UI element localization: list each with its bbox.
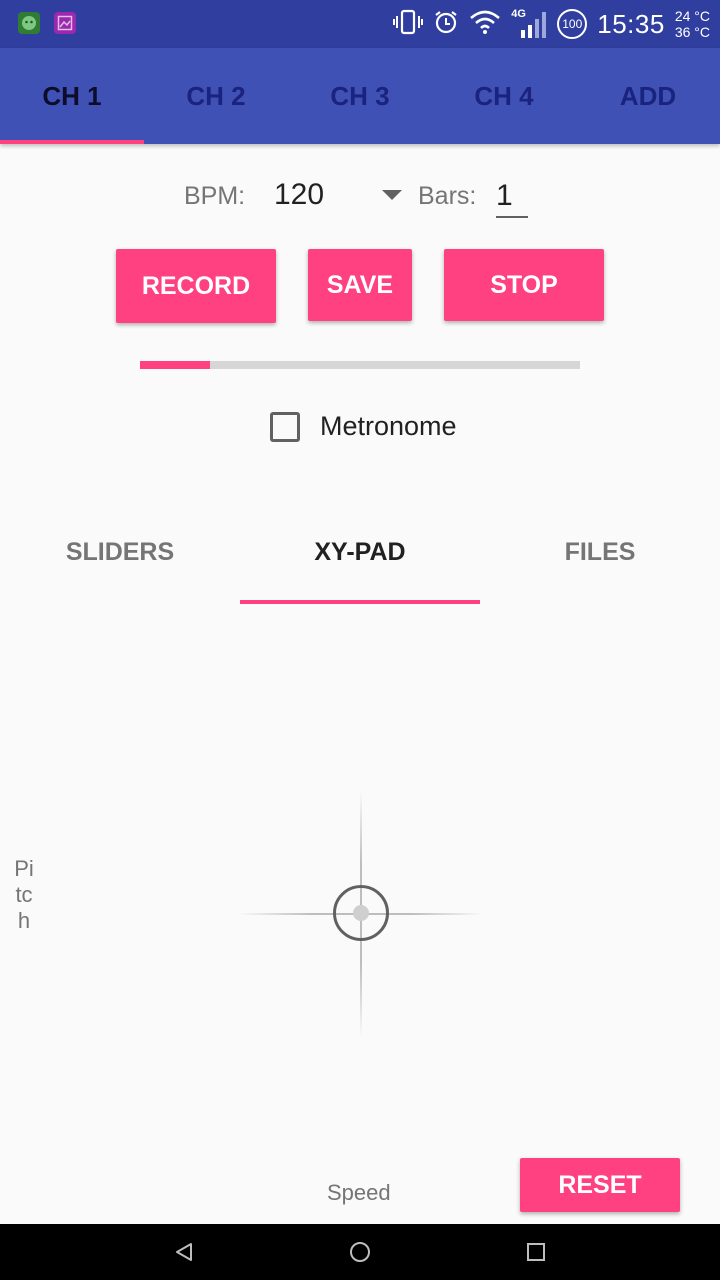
temperature-readout: 24 °C 36 °C [675, 8, 710, 40]
mode-tabs: SLIDERS XY-PAD FILES [0, 500, 720, 604]
battery-icon: 100 [557, 9, 588, 39]
tab-files[interactable]: FILES [480, 500, 720, 604]
recording-progress-bar [140, 361, 580, 369]
metronome-toggle[interactable]: Metronome [270, 411, 457, 442]
vibrate-icon [393, 9, 424, 40]
clock: 15:35 [597, 8, 665, 39]
tab-sliders[interactable]: SLIDERS [0, 500, 240, 604]
temperature-bottom: 36 °C [674, 24, 710, 40]
alarm-icon [433, 9, 459, 40]
recording-progress-fill [140, 361, 211, 369]
status-bar: 4G 100 15:35 24 °C 36 °C [0, 0, 720, 48]
metronome-label: Metronome [320, 411, 457, 441]
metronome-checkbox[interactable] [270, 411, 300, 442]
stop-button[interactable]: STOP [444, 249, 604, 321]
android-debug-icon [18, 12, 40, 34]
save-button[interactable]: SAVE [308, 249, 412, 321]
tab-ch1[interactable]: CH 1 [0, 48, 144, 144]
channel-tabs: CH 1 CH 2 CH 3 CH 4 ADD [0, 48, 720, 144]
bpm-select[interactable]: 120 [274, 178, 324, 212]
xy-pad-handle[interactable] [333, 885, 389, 941]
navigation-bar [0, 1224, 720, 1280]
pitch-axis-label: Pitch [14, 856, 34, 933]
bpm-label: BPM: [184, 182, 246, 210]
screen: 4G 100 15:35 24 °C 36 °C CH 1 CH 2 CH 3 … [0, 0, 720, 1280]
speed-axis-label: Speed [327, 1180, 391, 1205]
chevron-down-icon[interactable] [382, 190, 402, 200]
wifi-icon [469, 10, 501, 39]
xy-pad-handle-center [353, 905, 369, 921]
bars-input[interactable] [496, 176, 528, 218]
recent-apps-icon[interactable] [527, 1243, 545, 1261]
home-icon[interactable] [350, 1242, 370, 1262]
gallery-icon [54, 12, 76, 34]
battery-level: 100 [562, 17, 583, 31]
temperature-top: 24 °C [674, 8, 710, 24]
record-button[interactable]: RECORD [116, 249, 276, 323]
bars-label: Bars: [418, 182, 477, 210]
tab-xy-pad[interactable]: XY-PAD [240, 500, 480, 604]
tab-ch2[interactable]: CH 2 [144, 48, 288, 144]
tempo-row: BPM: 120 Bars: [0, 170, 720, 226]
tab-add[interactable]: ADD [576, 48, 720, 144]
signal-icon: 4G [511, 8, 547, 40]
reset-button[interactable]: RESET [520, 1158, 680, 1212]
back-icon[interactable] [174, 1242, 194, 1267]
tab-ch3[interactable]: CH 3 [288, 48, 432, 144]
tab-ch4[interactable]: CH 4 [432, 48, 576, 144]
